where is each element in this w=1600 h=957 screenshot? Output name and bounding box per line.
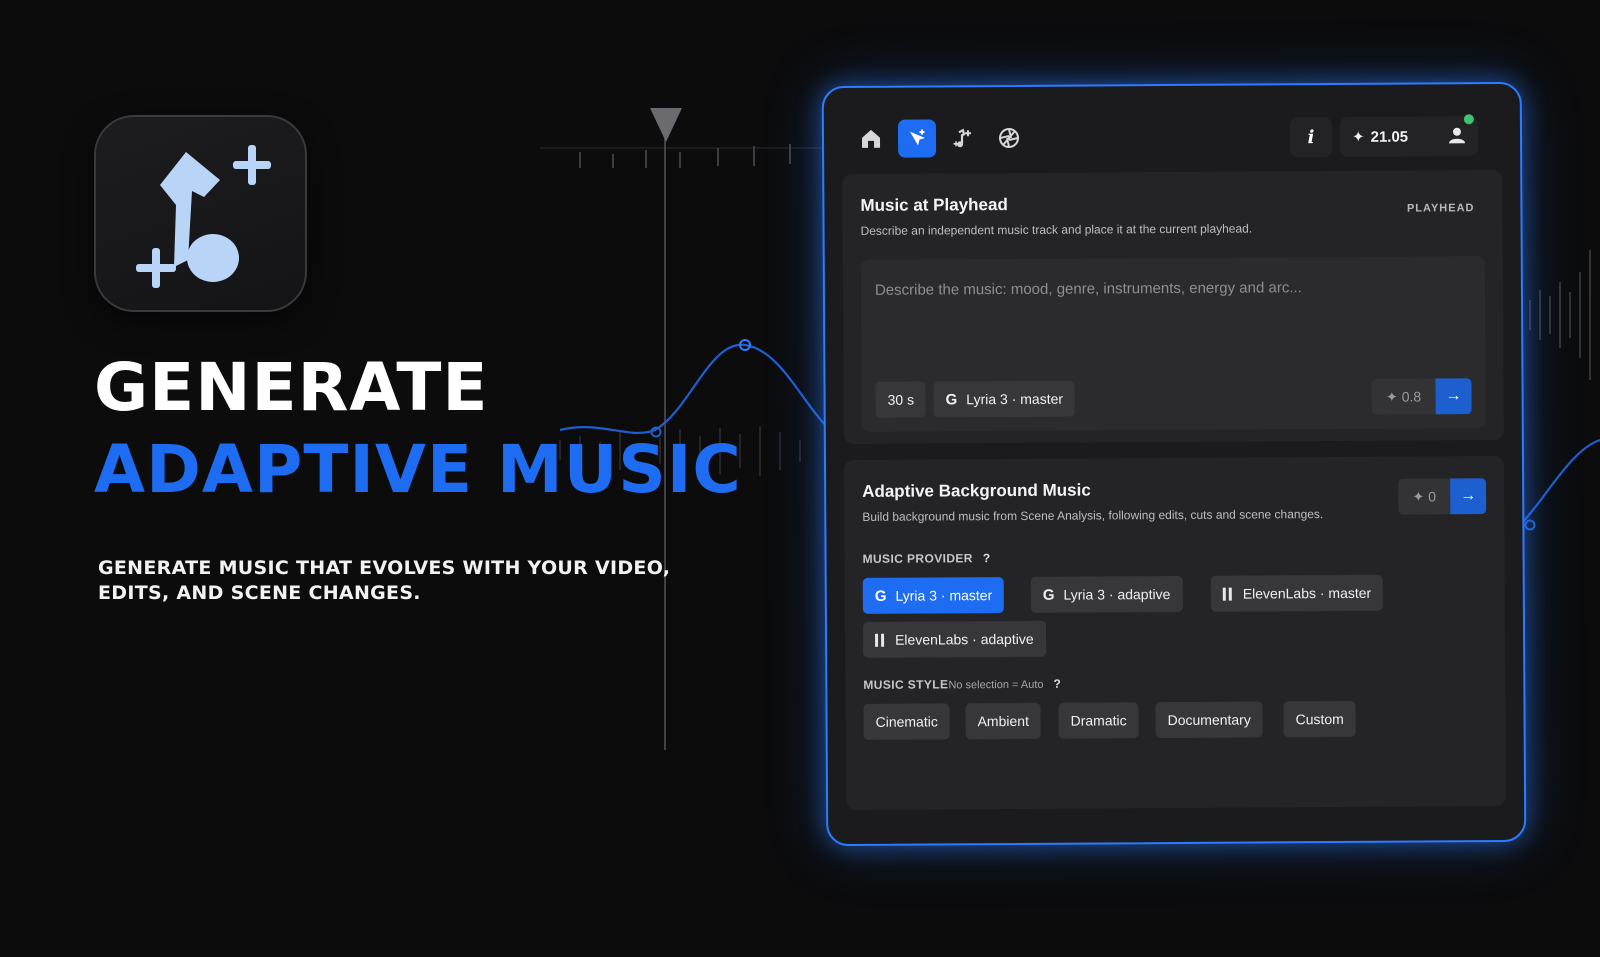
nav-aperture-button[interactable] — [990, 119, 1028, 157]
online-status-dot — [1463, 114, 1474, 125]
style-option-label: Dramatic — [1070, 712, 1127, 729]
google-icon: G — [1042, 586, 1055, 604]
cost-value: 0.8 — [1401, 388, 1422, 405]
section-description: Build background music from Scene Analys… — [862, 507, 1324, 524]
generate-adaptive-control: ✦ 0 → — [1398, 478, 1487, 515]
provider-option-lyria-adaptive[interactable]: G Lyria 3 · adaptive — [1030, 575, 1183, 613]
generate-adaptive-button[interactable]: → — [1450, 478, 1487, 515]
music-style-label: MUSIC STYLENo selection = Auto? — [863, 677, 1061, 692]
user-avatar-icon — [1449, 127, 1466, 144]
style-option-dramatic[interactable]: Dramatic — [1058, 702, 1139, 739]
music-at-playhead-section: Music at Playhead Describe an independen… — [842, 169, 1504, 445]
arrow-right-icon: → — [1445, 387, 1462, 405]
provider-option-lyria-master[interactable]: G Lyria 3 · master — [862, 577, 1005, 614]
hero-subline: GENERATE MUSIC THAT EVOLVES WITH YOUR VI… — [98, 557, 671, 604]
model-chip[interactable]: G Lyria 3 · master — [933, 380, 1076, 418]
magic-cursor-icon — [909, 129, 926, 146]
google-icon: G — [945, 390, 958, 408]
section-title: Music at Playhead — [860, 195, 1008, 215]
provider-option-label: Lyria 3 · master — [895, 587, 993, 604]
style-option-custom[interactable]: Custom — [1283, 700, 1356, 738]
playhead-tag: PLAYHEAD — [1406, 202, 1475, 215]
google-icon: G — [874, 587, 887, 605]
style-option-label: Documentary — [1167, 711, 1251, 729]
music-provider-label: MUSIC PROVIDER? — [863, 551, 991, 566]
arrow-right-icon: → — [1460, 487, 1477, 505]
elevenlabs-icon — [1222, 587, 1232, 601]
nav-home-button[interactable] — [852, 120, 890, 158]
provider-help-icon[interactable]: ? — [983, 551, 991, 565]
cost-star-icon: ✦ — [1412, 487, 1425, 505]
app-icon — [94, 115, 307, 312]
provider-label-text: MUSIC PROVIDER — [862, 551, 973, 566]
style-option-label: Custom — [1295, 710, 1344, 728]
music-prompt-input[interactable]: Describe the music: mood, genre, instrum… — [860, 256, 1486, 432]
style-help-icon[interactable]: ? — [1053, 677, 1061, 691]
home-icon — [862, 129, 881, 148]
provider-option-label: ElevenLabs · master — [1242, 584, 1372, 602]
nav-magic-button[interactable] — [897, 119, 937, 158]
elevenlabs-icon — [875, 633, 885, 647]
info-button[interactable]: i — [1289, 117, 1333, 158]
music-sparkle-icon — [953, 128, 971, 148]
aperture-icon — [999, 128, 1020, 149]
section-title: Adaptive Background Music — [862, 480, 1091, 501]
cost-value: 0 — [1428, 488, 1437, 505]
nav-music-button[interactable] — [944, 119, 982, 157]
headline-primary: GENERATE — [94, 349, 489, 426]
section-description: Describe an independent music track and … — [860, 221, 1253, 238]
provider-option-label: Lyria 3 · adaptive — [1063, 586, 1171, 603]
style-option-label: Cinematic — [875, 713, 938, 730]
duration-chip[interactable]: 30 s — [875, 381, 927, 418]
credit-balance[interactable]: ✦ 21.05 — [1339, 114, 1479, 157]
credit-star-icon: ✦ — [1351, 128, 1365, 146]
panel-topbar: i ✦ 21.05 — [852, 114, 1492, 160]
music-note-sparkle-icon — [136, 145, 271, 288]
style-hint: No selection = Auto — [948, 678, 1044, 692]
duration-value: 30 s — [887, 391, 915, 408]
style-option-ambient[interactable]: Ambient — [965, 702, 1042, 740]
prompt-placeholder: Describe the music: mood, genre, instrum… — [874, 279, 1302, 299]
generate-cost: ✦ 0.8 — [1371, 378, 1436, 415]
model-label: Lyria 3 · master — [966, 390, 1064, 408]
style-option-label: Ambient — [977, 712, 1029, 730]
provider-option-elevenlabs-adaptive[interactable]: ElevenLabs · adaptive — [862, 620, 1046, 658]
generate-playhead-control: ✦ 0.8 → — [1371, 378, 1472, 415]
style-option-documentary[interactable]: Documentary — [1155, 701, 1263, 739]
provider-option-label: ElevenLabs · adaptive — [895, 630, 1034, 648]
generate-cost: ✦ 0 — [1398, 478, 1451, 515]
cost-star-icon: ✦ — [1385, 388, 1398, 405]
credit-amount: 21.05 — [1370, 128, 1409, 146]
generate-playhead-button[interactable]: → — [1435, 378, 1472, 415]
headline-accent: ADAPTIVE MUSIC — [94, 431, 742, 508]
provider-option-elevenlabs-master[interactable]: ElevenLabs · master — [1210, 574, 1384, 612]
style-option-cinematic[interactable]: Cinematic — [863, 703, 950, 740]
music-generation-panel: i ✦ 21.05 Music at Playhead Describe an … — [821, 81, 1527, 847]
style-label-text: MUSIC STYLE — [863, 677, 949, 692]
adaptive-background-music-section: Adaptive Background Music Build backgrou… — [843, 455, 1507, 811]
